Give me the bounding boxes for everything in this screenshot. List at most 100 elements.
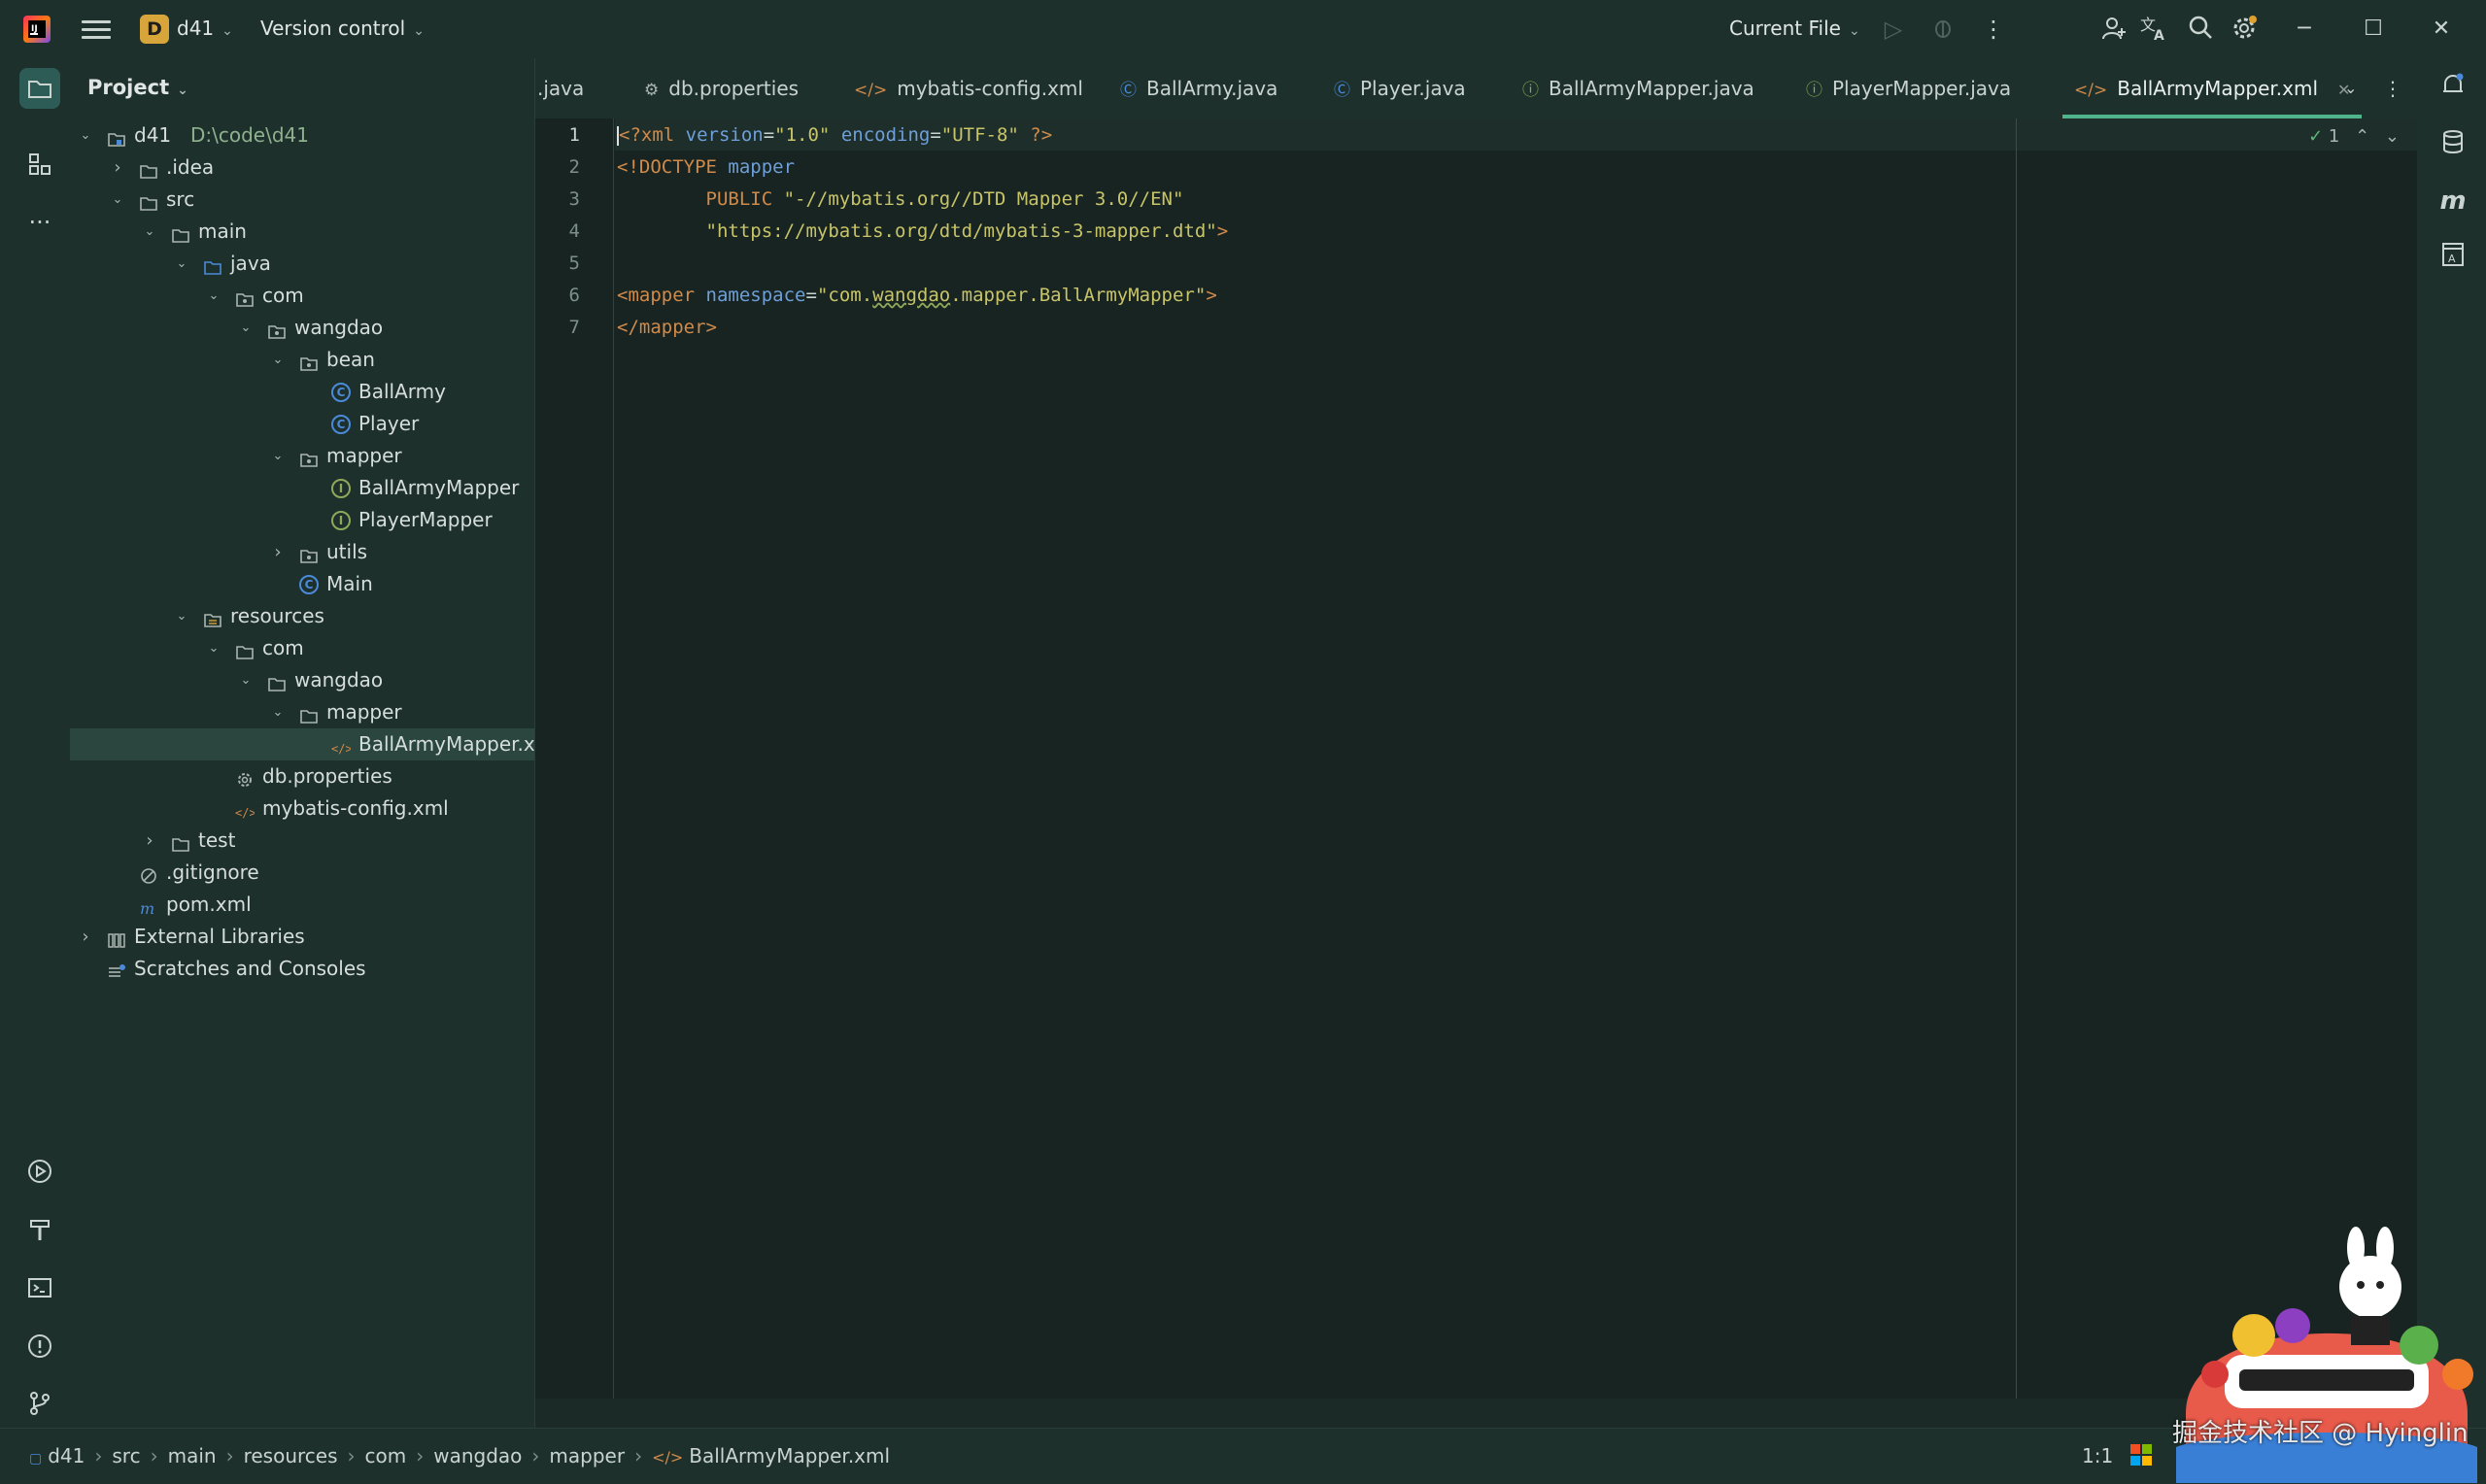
editor-tab[interactable]: ⚙ db.properties: [644, 58, 799, 118]
chevron-up-icon[interactable]: ⌃: [2355, 126, 2369, 147]
git-tool-button[interactable]: [19, 1383, 60, 1424]
tree-item[interactable]: </> mybatis-config.xml: [70, 793, 534, 825]
chevron-down-icon[interactable]: ⌄: [270, 696, 286, 728]
tree-item[interactable]: ⌄ bean: [70, 344, 534, 376]
close-window-button[interactable]: ✕: [2425, 14, 2458, 45]
chevron-down-icon[interactable]: ⌄: [270, 344, 286, 376]
database-icon[interactable]: [2436, 128, 2469, 161]
tree-item[interactable]: I BallArmyMapper: [70, 472, 534, 504]
chevron-right-icon[interactable]: ›: [78, 921, 93, 953]
tree-item[interactable]: ⌄ com: [70, 280, 534, 312]
breadcrumb-item[interactable]: d41: [48, 1444, 85, 1467]
build-tool-button[interactable]: [19, 1209, 60, 1250]
breadcrumb-item[interactable]: com: [365, 1444, 407, 1467]
tree-item-label: wangdao: [294, 668, 384, 691]
tree-item[interactable]: C Player: [70, 408, 534, 440]
folder-icon: [267, 671, 287, 691]
minimize-button[interactable]: ─: [2288, 14, 2321, 45]
editor-tab[interactable]: Ⓒ Player.java: [1334, 58, 1466, 118]
editor-tab[interactable]: ⓘ BallArmyMapper.java: [1522, 58, 1754, 118]
tree-item[interactable]: › utils: [70, 536, 534, 568]
tab-options-button[interactable]: ⋮: [2383, 58, 2402, 118]
chevron-down-icon[interactable]: ⌄: [2385, 126, 2400, 147]
tree-item[interactable]: C Main: [70, 568, 534, 600]
chevron-down-icon[interactable]: ⌄: [110, 184, 125, 216]
tree-item-label: resources: [230, 604, 324, 627]
maven-icon[interactable]: m: [2436, 185, 2469, 218]
more-actions-icon[interactable]: ⋮: [1979, 15, 2008, 44]
tree-item[interactable]: › test: [70, 825, 534, 857]
problems-tool-button[interactable]: [19, 1326, 60, 1366]
editor-tab[interactable]: .java: [537, 58, 584, 118]
breadcrumb-item[interactable]: resources: [244, 1444, 338, 1467]
code-with-me-icon[interactable]: [2099, 15, 2128, 44]
tab-list-dropdown[interactable]: ⌄: [2344, 58, 2357, 118]
chevron-down-icon[interactable]: ⌄: [206, 632, 221, 664]
structure-tool-button[interactable]: [19, 144, 60, 185]
editor-tab[interactable]: </> mybatis-config.xml: [854, 58, 1083, 118]
tree-item[interactable]: ⌄ main: [70, 216, 534, 248]
tree-item[interactable]: ⌄ src: [70, 184, 534, 216]
terminal-tool-button[interactable]: [19, 1267, 60, 1308]
chevron-right-icon[interactable]: ›: [142, 825, 157, 857]
caret-position[interactable]: 1:1: [2082, 1444, 2113, 1467]
chevron-down-icon[interactable]: ⌄: [174, 600, 189, 632]
chevron-down-icon[interactable]: ⌄: [238, 312, 254, 344]
debug-icon[interactable]: [1928, 15, 1958, 44]
tree-item[interactable]: ⌄ resources: [70, 600, 534, 632]
tree-item[interactable]: › .idea: [70, 152, 534, 184]
project-view-selector[interactable]: Project ⌄: [87, 76, 188, 99]
more-tools-button[interactable]: ···: [19, 202, 60, 243]
chevron-right-icon[interactable]: ›: [270, 536, 286, 568]
translate-icon[interactable]: 文A: [2140, 15, 2169, 44]
editor-tab[interactable]: ⓘ PlayerMapper.java: [1806, 58, 2011, 118]
code-editor[interactable]: 1 2 3 4 5 6 7 <?xml version="1.0" encodi…: [535, 118, 2417, 1399]
tab-label: db.properties: [668, 77, 800, 100]
editor-tab-active[interactable]: </> BallArmyMapper.xml ✕: [2062, 58, 2363, 118]
tree-item[interactable]: m pom.xml: [70, 889, 534, 921]
tree-item[interactable]: </> BallArmyMapper.xml: [70, 728, 560, 760]
tree-item[interactable]: db.properties: [70, 760, 534, 793]
main-menu-button[interactable]: [82, 16, 111, 43]
tree-item[interactable]: C BallArmy: [70, 376, 534, 408]
chevron-down-icon[interactable]: ⌄: [270, 440, 286, 472]
maximize-button[interactable]: ☐: [2357, 14, 2390, 45]
tree-item[interactable]: .gitignore: [70, 857, 534, 889]
chevron-right-icon[interactable]: ›: [110, 152, 125, 184]
breadcrumb-item[interactable]: main: [168, 1444, 217, 1467]
tree-item[interactable]: I PlayerMapper: [70, 504, 534, 536]
settings-gear-icon[interactable]: [2230, 15, 2259, 44]
tree-item[interactable]: Scratches and Consoles: [70, 953, 534, 985]
breadcrumb-item[interactable]: BallArmyMapper.xml: [689, 1444, 890, 1467]
inspection-widget[interactable]: ✓ 1 ⌃ ⌄: [2308, 126, 2400, 147]
chevron-down-icon[interactable]: ⌄: [78, 119, 93, 152]
vcs-widget[interactable]: Version control ⌄: [260, 17, 425, 40]
tree-item[interactable]: › External Libraries: [70, 921, 534, 953]
tree-item[interactable]: ⌄ wangdao: [70, 312, 534, 344]
tree-item[interactable]: ⌄ mapper: [70, 696, 534, 728]
editor-tab[interactable]: Ⓒ BallArmy.java: [1120, 58, 1277, 118]
breadcrumb-item[interactable]: mapper: [549, 1444, 625, 1467]
project-badge[interactable]: D: [140, 15, 169, 44]
line-number-gutter[interactable]: 1 2 3 4 5 6 7: [535, 118, 613, 1399]
run-config-selector[interactable]: Current File ⌄: [1729, 17, 1860, 40]
project-tool-button[interactable]: [19, 68, 60, 109]
intellij-logo-icon[interactable]: IJ: [21, 14, 52, 45]
tree-item[interactable]: ⌄ java: [70, 248, 534, 280]
run-tool-button[interactable]: [19, 1151, 60, 1192]
breadcrumb-item[interactable]: src: [112, 1444, 140, 1467]
chevron-down-icon[interactable]: ⌄: [206, 280, 221, 312]
run-icon[interactable]: ▷: [1879, 15, 1908, 44]
search-icon[interactable]: [2186, 15, 2215, 44]
tree-item[interactable]: ⌄ wangdao: [70, 664, 534, 696]
notifications-bell-icon[interactable]: [2436, 72, 2469, 105]
project-switcher[interactable]: d41 ⌄: [177, 17, 233, 40]
chevron-down-icon[interactable]: ⌄: [142, 216, 157, 248]
tree-item[interactable]: ⌄ d41 D:\code\d41: [70, 119, 534, 152]
tree-item[interactable]: ⌄ mapper: [70, 440, 534, 472]
chevron-down-icon[interactable]: ⌄: [238, 664, 254, 696]
tree-item[interactable]: ⌄ com: [70, 632, 534, 664]
chevron-down-icon[interactable]: ⌄: [174, 248, 189, 280]
ai-assistant-icon[interactable]: A: [2436, 241, 2469, 274]
breadcrumb-item[interactable]: wangdao: [433, 1444, 522, 1467]
